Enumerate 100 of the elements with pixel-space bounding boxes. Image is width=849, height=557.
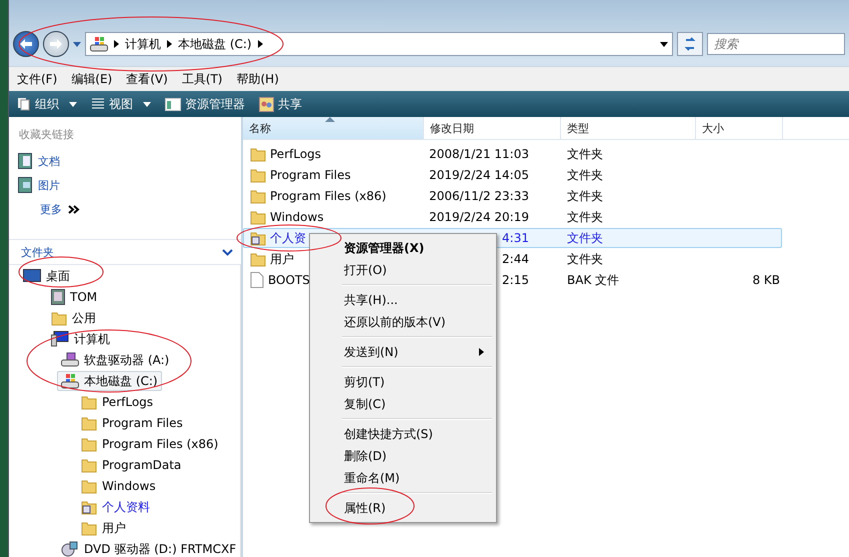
breadcrumb[interactable]: 本地磁盘 (C:)	[178, 36, 252, 52]
toolbar-button[interactable]: 共享	[259, 96, 302, 112]
breadcrumb[interactable]: 计算机	[125, 36, 161, 52]
date-text: 2019/2/24 14:05	[429, 168, 529, 182]
type-text: 文件夹	[567, 250, 603, 268]
favorite-link[interactable]: 更多	[9, 197, 241, 221]
context-menu-item[interactable]: 还原以前的版本(V)	[312, 311, 494, 333]
folder-icon	[81, 457, 97, 473]
folder-icon	[81, 499, 97, 515]
tree-item[interactable]: 个人资料	[77, 497, 154, 517]
folder-icon	[81, 415, 97, 431]
tree-item[interactable]: Program Files	[77, 413, 187, 433]
menu-item[interactable]: 编辑(E)	[71, 70, 112, 88]
context-menu-item[interactable]: 剪切(T)	[312, 371, 494, 393]
file-name: Program Files (x86)	[270, 189, 386, 203]
tree-item[interactable]: 桌面	[19, 266, 74, 286]
date-text: 2019/2/24 20:19	[429, 210, 529, 224]
context-menu-item[interactable]: 创建快捷方式(S)	[312, 423, 494, 445]
computer-icon	[51, 331, 69, 347]
toolbar-button[interactable]: 资源管理器	[165, 96, 245, 112]
submenu-arrow-icon	[479, 348, 484, 356]
file-name: PerfLogs	[270, 147, 322, 161]
context-menu-item[interactable]: 打开(O)	[312, 259, 494, 281]
tree-item[interactable]: 软盘驱动器 (A:)	[57, 350, 174, 370]
refresh-icon	[683, 37, 697, 51]
double-chevron-icon	[68, 204, 80, 214]
caret-icon	[69, 102, 77, 106]
favorite-link[interactable]: 图片	[9, 173, 241, 197]
toolbar-button[interactable]: 视图	[91, 96, 151, 112]
tree-item[interactable]: TOM	[47, 287, 102, 307]
tree-item[interactable]: 用户	[77, 518, 130, 538]
type-text: 文件夹	[567, 146, 603, 162]
date-text: 2:44	[502, 252, 529, 266]
people-icon	[259, 96, 274, 112]
tree-item[interactable]: 本地磁盘 (C:)	[57, 371, 162, 391]
caret-icon	[73, 42, 81, 46]
pages-icon	[17, 97, 31, 111]
size-text: 8 KB	[752, 273, 780, 287]
menu-item[interactable]: 文件(F)	[17, 70, 58, 88]
folder-icon	[81, 394, 97, 410]
type-text: 文件夹	[567, 230, 603, 246]
window-icon	[165, 98, 181, 110]
sort-arrow-icon	[325, 116, 335, 122]
document-icon	[18, 153, 32, 169]
drive-icon	[90, 36, 108, 52]
tree-item[interactable]: Program Files (x86)	[77, 434, 222, 454]
monitor-icon	[23, 269, 41, 283]
folder-icon	[250, 209, 266, 225]
context-menu-item[interactable]: 重命名(M)	[312, 467, 494, 489]
search-field[interactable]: 搜索	[707, 33, 845, 55]
menu-item[interactable]: 工具(T)	[182, 70, 222, 88]
menu-item[interactable]: 查看(V)	[126, 70, 168, 88]
date-text: 2:15	[502, 273, 529, 287]
tree-item[interactable]: PerfLogs	[77, 392, 158, 412]
folder-icon	[81, 478, 97, 494]
type-text: 文件夹	[567, 166, 603, 184]
caret-icon	[660, 42, 668, 46]
forward-arrow-icon	[49, 38, 63, 50]
tree-item[interactable]: 公用	[47, 308, 100, 328]
favorite-link[interactable]: 文档	[9, 149, 241, 173]
type-text: 文件夹	[567, 188, 603, 204]
context-menu-item[interactable]: 发送到(N)	[312, 341, 494, 363]
forward-button[interactable]	[43, 31, 69, 57]
back-arrow-icon	[19, 38, 33, 50]
file-name: Windows	[270, 210, 324, 224]
menu-item[interactable]: 帮助(H)	[236, 70, 279, 88]
context-menu-item[interactable]: 复制(C)	[312, 393, 494, 415]
section-title: 文件夹	[21, 244, 54, 260]
tree-item[interactable]: 计算机	[47, 329, 114, 349]
folder-icon	[250, 251, 266, 267]
chevron-down-icon[interactable]	[222, 248, 233, 256]
context-menu-item[interactable]: 共享(H)...	[312, 289, 494, 311]
date-text: 2006/11/2 23:33	[429, 189, 529, 203]
list-view-icon	[91, 97, 105, 111]
folder-icon	[81, 520, 97, 536]
tree-item[interactable]: Windows	[77, 476, 160, 496]
folder-icon	[81, 436, 97, 452]
chevron-right-icon	[167, 40, 172, 48]
tree-item[interactable]: DVD 驱动器 (D:) FRTMCXF	[57, 539, 240, 557]
tree-item[interactable]: ProgramData	[77, 455, 186, 475]
drive-icon	[61, 373, 79, 389]
date-text: 4:31	[502, 231, 529, 245]
toolbar-button[interactable]: 组织	[17, 96, 77, 112]
chevron-right-icon	[258, 40, 263, 48]
type-text: 文件夹	[567, 208, 603, 226]
folder-icon	[250, 146, 266, 162]
address-bar[interactable]: 计算机 本地磁盘 (C:)	[85, 32, 673, 56]
context-menu-item[interactable]: 属性(R)	[312, 497, 494, 519]
type-text: BAK 文件	[567, 272, 620, 288]
contact-card-icon	[51, 289, 65, 305]
folder-icon	[250, 167, 266, 183]
chevron-right-icon	[114, 40, 119, 48]
column-header[interactable]: 名称	[243, 117, 424, 139]
back-button[interactable]	[13, 31, 39, 57]
picture-icon	[18, 177, 32, 193]
folder-icon	[51, 310, 67, 326]
context-menu-item[interactable]: 删除(D)	[312, 445, 494, 467]
file-name: BOOTS	[268, 273, 310, 287]
folder-icon	[250, 230, 266, 246]
refresh-button[interactable]	[677, 32, 703, 56]
